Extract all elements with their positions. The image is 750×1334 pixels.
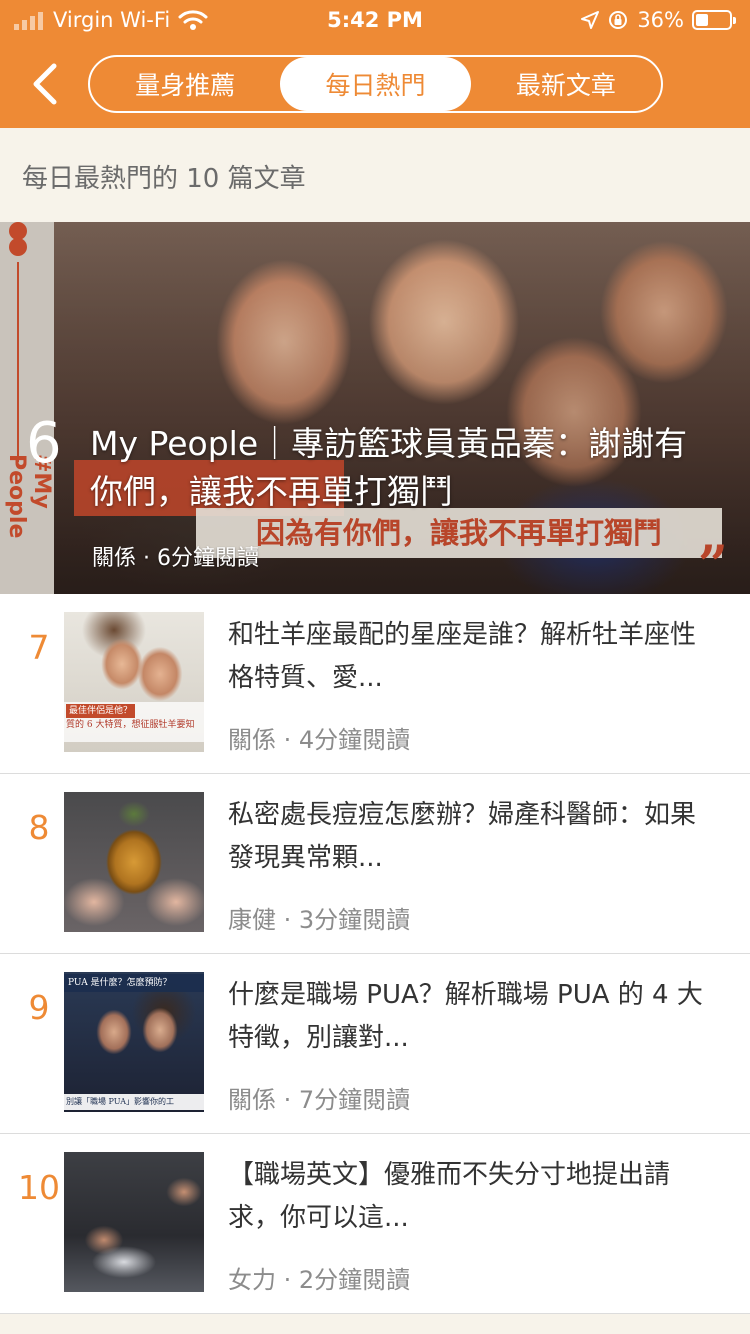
list-item[interactable]: 9 PUA 是什麼？怎麼預防？ 別讓「職場 PUA」影響你的工 什麼是職場 PU… [0,954,750,1134]
article-title: 什麼是職場 PUA？解析職場 PUA 的 4 大特徵，別讓對... [228,980,703,1053]
battery-icon [692,10,736,30]
location-arrow-icon [581,11,600,29]
list-item[interactable]: 10 【職場英文】優雅而不失分寸地提出請求，你可以這... 女力 · 2分鐘閱讀 [0,1134,750,1314]
article-list: 7 最佳伴侶是他？ 質的 6 大特質，想征服牡羊要知 和牡羊座最配的星座是誰？解… [0,594,750,1314]
battery-percent: 36% [637,8,684,32]
article-title: 私密處長痘痘怎麼辦？婦產科醫師：如果發現異常顆... [228,800,697,873]
decorative-line [17,262,19,462]
section-subtitle-band: 每日最熱門的 10 篇文章 [0,128,750,222]
orientation-lock-icon [609,11,628,29]
article-meta: 女力 · 2分鐘閱讀 [228,1266,411,1294]
back-button[interactable] [22,58,70,110]
featured-meta: 關係 · 6分鐘閱讀 [92,546,259,571]
featured-article[interactable]: #My People 因為有你們，讓我不再單打獨鬥 ” 6 My People｜… [0,222,750,594]
article-thumbnail [64,1152,204,1292]
article-title: 【職場英文】優雅而不失分寸地提出請求，你可以這... [228,1160,671,1233]
decorative-dot [9,238,27,256]
article-title: 和牡羊座最配的星座是誰？解析牡羊座性格特質、愛... [228,620,697,693]
thumbnail-caption: PUA 是什麼？怎麼預防？ [64,974,204,992]
list-item[interactable]: 8 私密處長痘痘怎麼辦？婦產科醫師：如果發現異常顆... 康健 · 3分鐘閱讀 [0,774,750,954]
article-meta: 康健 · 3分鐘閱讀 [228,906,411,934]
featured-rank: 6 [26,411,62,476]
quote-mark-icon: ” [698,535,728,594]
chevron-left-icon [33,63,57,105]
article-thumbnail: PUA 是什麼？怎麼預防？ 別讓「職場 PUA」影響你的工 [64,972,204,1112]
article-thumbnail: 最佳伴侶是他？ 質的 6 大特質，想征服牡羊要知 [64,612,204,752]
tab-switcher: 量身推薦 每日熱門 最新文章 [88,55,663,113]
battery-fill [696,14,708,26]
top-bar: Virgin Wi-Fi 5:42 PM 36% 量身推薦 每日熱門 最新文章 [0,0,750,128]
featured-side-strip: #My People [0,222,54,594]
article-thumbnail [64,792,204,932]
tab-latest[interactable]: 最新文章 [471,57,661,111]
featured-title: My People｜專訪籃球員黃品蓁：謝謝有你們，讓我不再單打獨鬥 [90,424,688,511]
status-bar: Virgin Wi-Fi 5:42 PM 36% [0,0,750,42]
article-meta: 關係 · 7分鐘閱讀 [228,1086,411,1114]
tab-recommended[interactable]: 量身推薦 [90,57,280,111]
tab-daily-hot[interactable]: 每日熱門 [280,57,471,111]
status-right: 36% [581,8,736,32]
thumbnail-caption: 最佳伴侶是他？ 質的 6 大特質，想征服牡羊要知 [64,702,204,742]
article-meta: 關係 · 4分鐘閱讀 [228,726,411,754]
section-subtitle: 每日最熱門的 10 篇文章 [22,164,306,194]
bottom-strip [0,1314,750,1334]
thumbnail-caption: 別讓「職場 PUA」影響你的工 [64,1094,204,1110]
list-item[interactable]: 7 最佳伴侶是他？ 質的 6 大特質，想征服牡羊要知 和牡羊座最配的星座是誰？解… [0,594,750,774]
